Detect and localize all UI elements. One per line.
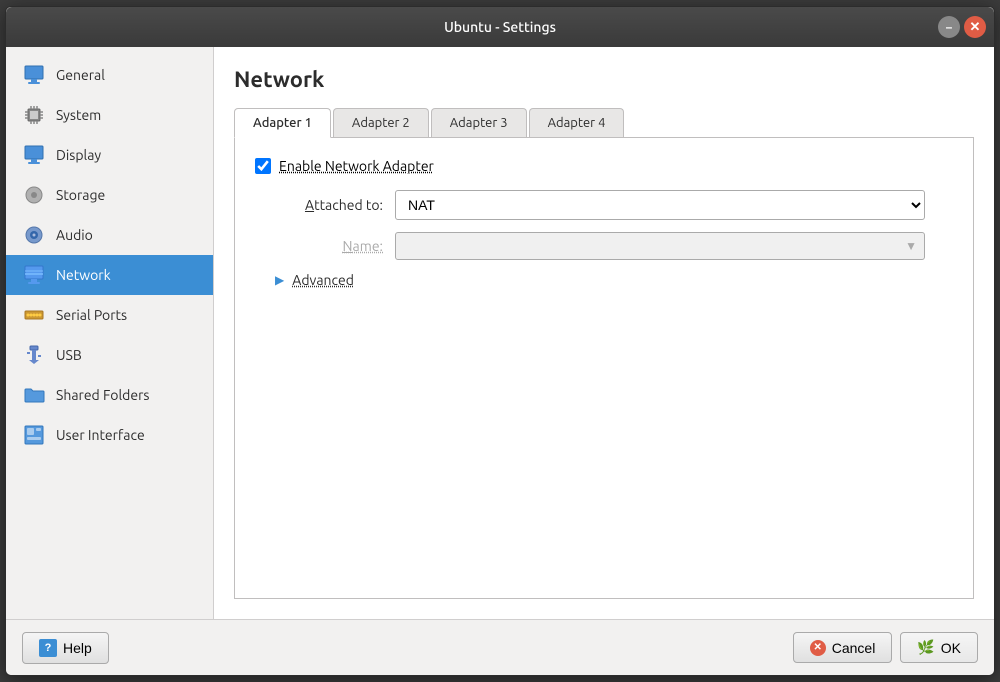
tab-adapter4[interactable]: Adapter 4 [529, 108, 625, 137]
attached-to-dropdown[interactable]: NAT [395, 190, 925, 220]
advanced-arrow-icon: ▶ [275, 273, 284, 287]
cancel-button[interactable]: ✕ Cancel [793, 632, 893, 663]
minimize-button[interactable]: – [938, 16, 960, 38]
enable-adapter-row: Enable Network Adapter [255, 158, 953, 174]
sidebar-label-general: General [56, 67, 105, 83]
sidebar-item-user-interface[interactable]: User Interface [6, 415, 213, 455]
usb-icon [22, 343, 46, 367]
sidebar-item-system[interactable]: System [6, 95, 213, 135]
window-title: Ubuntu - Settings [444, 19, 556, 35]
monitor-icon [22, 63, 46, 87]
footer-left: ? Help [22, 632, 109, 664]
sidebar-label-shared-folders: Shared Folders [56, 387, 149, 403]
close-button[interactable]: ✕ [964, 16, 986, 38]
footer-right: ✕ Cancel 🌿 OK [793, 632, 978, 663]
settings-window: Ubuntu - Settings – ✕ General [5, 6, 995, 676]
sidebar: General [6, 47, 214, 619]
page-title: Network [234, 67, 974, 92]
footer: ? Help ✕ Cancel 🌿 OK [6, 619, 994, 675]
tab-content: Enable Network Adapter Attached to: NAT [234, 138, 974, 599]
ui-icon [22, 423, 46, 447]
tab-adapter1[interactable]: Adapter 1 [234, 108, 331, 138]
ok-label: OK [941, 640, 961, 656]
tab-adapter2[interactable]: Adapter 2 [333, 108, 429, 137]
cancel-label: Cancel [832, 640, 876, 656]
attached-to-control: NAT [395, 190, 925, 220]
name-control: ▼ [395, 232, 925, 260]
enable-adapter-label[interactable]: Enable Network Adapter [279, 158, 434, 174]
help-label: Help [63, 640, 92, 656]
sidebar-item-general[interactable]: General [6, 55, 213, 95]
advanced-label[interactable]: Advanced [292, 272, 354, 288]
name-row: Name: ▼ [255, 232, 953, 260]
cpu-icon [22, 103, 46, 127]
tab-adapter3[interactable]: Adapter 3 [431, 108, 527, 137]
name-label: Name: [255, 238, 395, 254]
sidebar-label-usb: USB [56, 347, 82, 363]
sidebar-label-user-interface: User Interface [56, 427, 145, 443]
main-panel: Network Adapter 1 Adapter 2 Adapter 3 Ad… [214, 47, 994, 619]
advanced-row[interactable]: ▶ Advanced [255, 272, 953, 288]
sidebar-label-network: Network [56, 267, 111, 283]
storage-icon [22, 183, 46, 207]
folder-icon [22, 383, 46, 407]
serial-icon [22, 303, 46, 327]
ok-button[interactable]: 🌿 OK [900, 632, 978, 663]
sidebar-label-display: Display [56, 147, 101, 163]
sidebar-item-serial-ports[interactable]: Serial Ports [6, 295, 213, 335]
sidebar-item-display[interactable]: Display [6, 135, 213, 175]
attached-to-label: Attached to: [255, 197, 395, 213]
sidebar-label-system: System [56, 107, 101, 123]
audio-icon [22, 223, 46, 247]
titlebar-controls: – ✕ [938, 16, 986, 38]
network-icon [22, 263, 46, 287]
sidebar-item-network[interactable]: Network [6, 255, 213, 295]
adapter-tabs: Adapter 1 Adapter 2 Adapter 3 Adapter 4 [234, 108, 974, 138]
titlebar: Ubuntu - Settings – ✕ [6, 7, 994, 47]
attached-to-row: Attached to: NAT [255, 190, 953, 220]
cancel-icon: ✕ [810, 640, 826, 656]
sidebar-item-shared-folders[interactable]: Shared Folders [6, 375, 213, 415]
help-icon: ? [39, 639, 57, 657]
enable-adapter-checkbox[interactable] [255, 158, 271, 174]
sidebar-item-storage[interactable]: Storage [6, 175, 213, 215]
help-button[interactable]: ? Help [22, 632, 109, 664]
sidebar-label-audio: Audio [56, 227, 93, 243]
sidebar-label-serial-ports: Serial Ports [56, 307, 127, 323]
ok-icon: 🌿 [917, 639, 934, 656]
display-icon [22, 143, 46, 167]
content-area: General [6, 47, 994, 619]
sidebar-item-audio[interactable]: Audio [6, 215, 213, 255]
name-input[interactable] [395, 232, 925, 260]
sidebar-label-storage: Storage [56, 187, 105, 203]
sidebar-item-usb[interactable]: USB [6, 335, 213, 375]
